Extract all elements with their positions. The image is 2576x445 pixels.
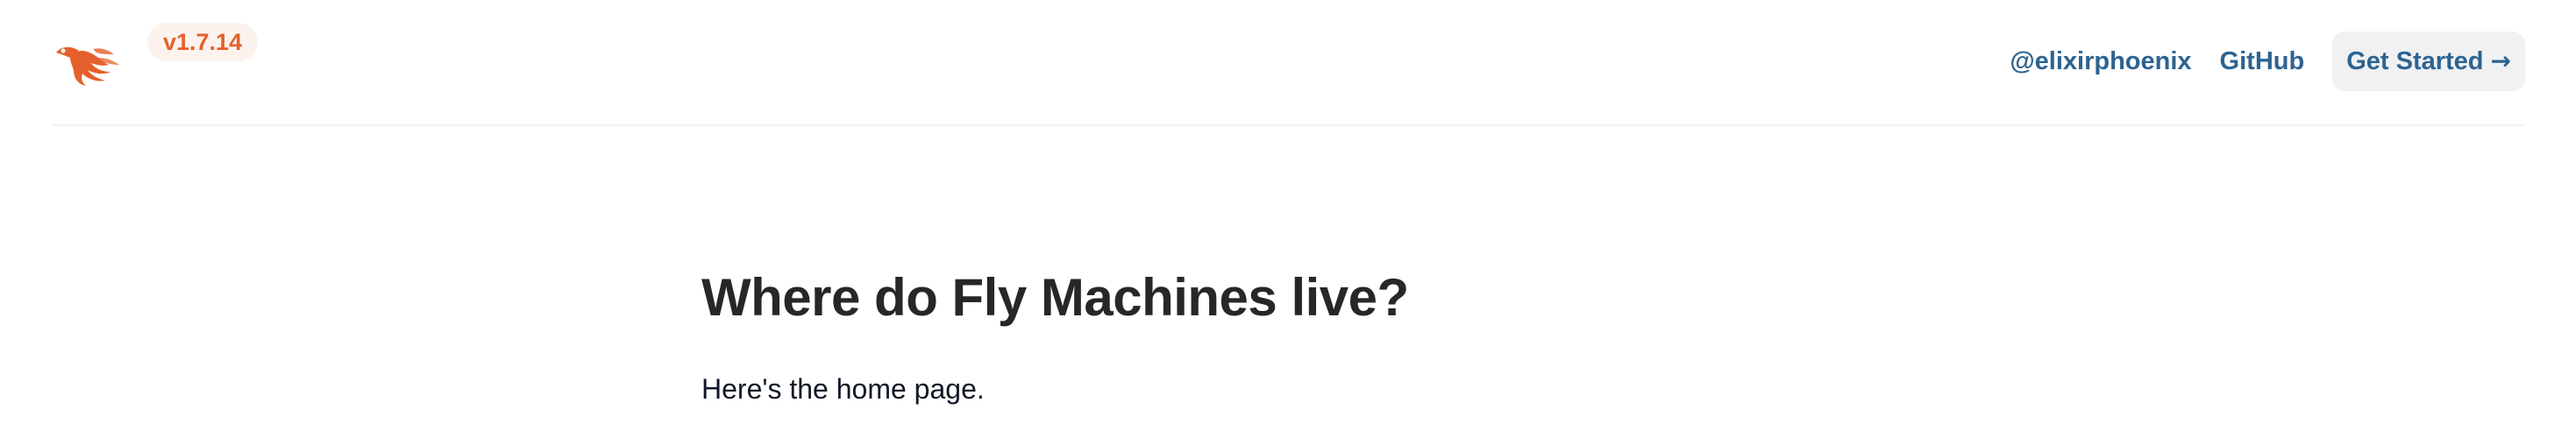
get-started-label: Get Started: [2346, 47, 2484, 75]
get-started-button[interactable]: Get Started →: [2332, 32, 2525, 91]
site-header: v1.7.14 @elixirphoenix GitHub Get Starte…: [53, 0, 2525, 126]
page: v1.7.14 @elixirphoenix GitHub Get Starte…: [0, 0, 2576, 445]
header-nav: @elixirphoenix GitHub Get Started →: [2010, 32, 2525, 91]
arrow-right-icon: →: [2490, 46, 2511, 75]
github-link[interactable]: GitHub: [2220, 47, 2305, 76]
main-content: Where do Fly Machines live? Here's the h…: [701, 263, 1876, 406]
page-title: Where do Fly Machines live?: [701, 268, 1409, 327]
version-badge: v1.7.14: [147, 23, 259, 61]
page-intro-text: Here's the home page.: [701, 373, 985, 405]
phoenix-bird-icon: [56, 46, 119, 86]
twitter-link[interactable]: @elixirphoenix: [2010, 47, 2191, 76]
home-logo-link[interactable]: [53, 33, 121, 88]
